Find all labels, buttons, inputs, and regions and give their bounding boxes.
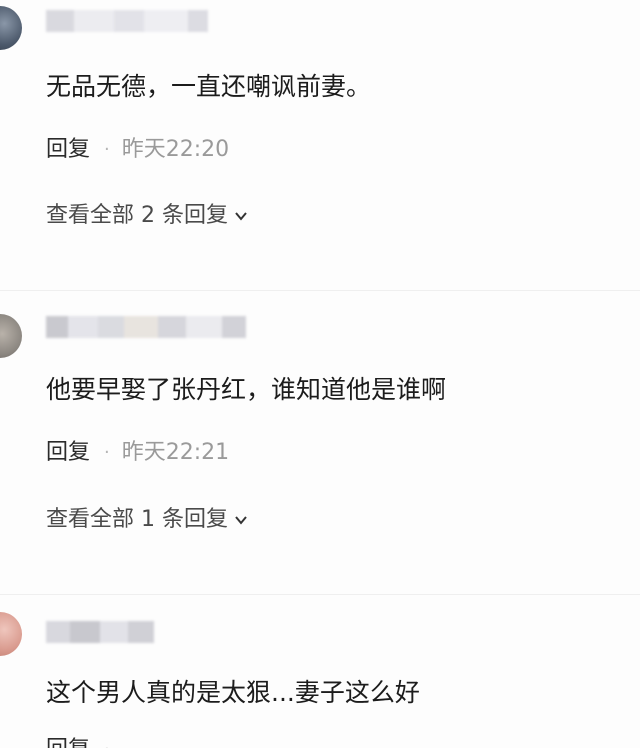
view-all-replies-link[interactable]: 查看全部 1 条回复 [46,506,248,534]
separator-dot: · [104,139,110,160]
comment-text: 无品无德，一直还嘲讽前妻。 [46,72,372,101]
comment-time: 昨天22:21 [121,440,230,465]
comment-meta: 回复 · 昨天22:20 [46,136,229,164]
view-all-replies-label: 查看全部 1 条回复 [46,507,228,532]
separator-dot: · [104,442,110,463]
username-blurred [46,316,246,338]
comment-text: 他要早娶了张丹红，谁知道他是谁啊 [46,375,447,404]
reply-button[interactable]: 回复 [46,439,90,467]
comment-list: 无品无德，一直还嘲讽前妻。 回复 · 昨天22:20 查看全部 2 条回复 他要… [0,0,640,748]
chevron-down-icon [235,212,247,221]
view-all-replies-label: 查看全部 2 条回复 [46,203,228,228]
divider [0,594,640,595]
separator-dot: · [104,736,110,748]
avatar[interactable] [0,6,22,50]
comment-meta: 回复 · [46,736,122,748]
username-blurred [46,10,208,32]
avatar[interactable] [0,314,22,358]
divider [0,290,640,291]
comment-meta: 回复 · 昨天22:21 [46,439,229,467]
comment-text: 这个男人真的是太狠...妻子这么好 [46,678,420,707]
avatar[interactable] [0,612,22,656]
comment-time: 昨天22:20 [121,137,230,162]
username-blurred [46,621,154,643]
reply-button[interactable]: 回复 [46,136,90,164]
chevron-down-icon [235,516,247,525]
reply-button[interactable]: 回复 [46,736,90,748]
view-all-replies-link[interactable]: 查看全部 2 条回复 [46,202,248,230]
